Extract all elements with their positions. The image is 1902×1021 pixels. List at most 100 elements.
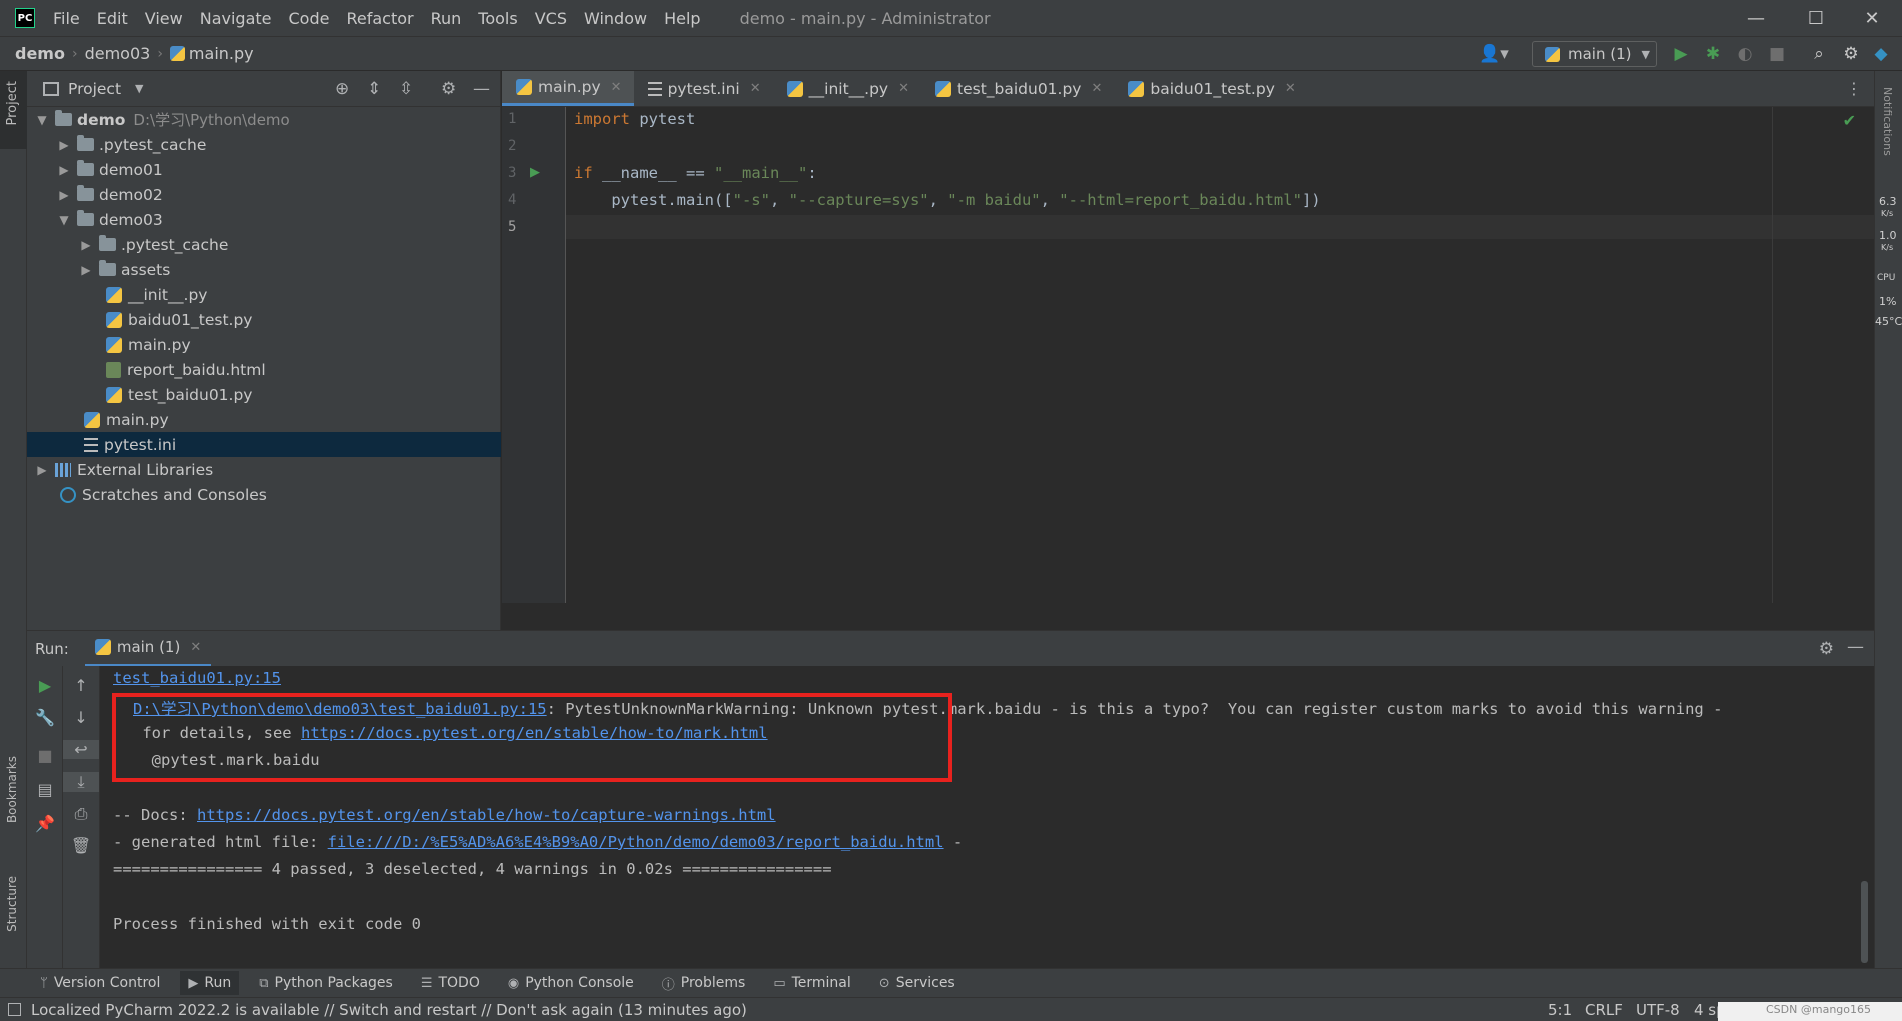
- tool-python-packages[interactable]: ⧉ Python Packages: [259, 975, 393, 991]
- run-config-select[interactable]: main (1) ▼: [1532, 41, 1657, 67]
- run-console[interactable]: test_baidu01.py:15 D:\学习\Python\demo\dem…: [100, 666, 1874, 968]
- rerun-icon[interactable]: ▶: [27, 676, 63, 695]
- console-link-test-location[interactable]: test_baidu01.py:15: [113, 669, 281, 687]
- stop-icon[interactable]: ■: [1766, 43, 1788, 65]
- breadcrumb-main-py[interactable]: main.py: [189, 44, 254, 63]
- minimize-button[interactable]: —: [1726, 0, 1786, 36]
- debug-icon[interactable]: ✱: [1702, 43, 1724, 65]
- close-icon[interactable]: ✕: [1091, 81, 1102, 96]
- pin-icon[interactable]: 📌: [27, 814, 63, 833]
- tree-item-demo03[interactable]: ▼ demo03: [27, 207, 501, 232]
- tree-item-main-py-demo03[interactable]: main.py: [27, 332, 501, 357]
- close-icon[interactable]: ✕: [1285, 81, 1296, 96]
- tree-item-pytest-ini[interactable]: pytest.ini: [27, 432, 501, 457]
- code-editor[interactable]: 1 2 3 4 5 ▶ import pytest if __name__ ==…: [502, 107, 1874, 603]
- toolbox-icon[interactable]: ◆: [1870, 43, 1892, 65]
- menu-code[interactable]: Code: [289, 9, 330, 28]
- tree-item-test-baidu01-py[interactable]: test_baidu01.py: [27, 382, 501, 407]
- arrow-down-icon[interactable]: ↓: [63, 708, 99, 727]
- run-gutter-icon[interactable]: ▶: [530, 165, 540, 180]
- close-window-button[interactable]: ✕: [1842, 0, 1902, 36]
- caret-position[interactable]: 5:1: [1548, 1001, 1572, 1019]
- chevron-right-icon[interactable]: ▶: [79, 263, 93, 277]
- tree-item-demo[interactable]: ▼ demo D:\学习\Python\demo: [27, 107, 501, 132]
- close-icon[interactable]: ✕: [611, 80, 622, 95]
- menu-window[interactable]: Window: [584, 9, 647, 28]
- tool-version-control[interactable]: ᛘ Version Control: [40, 975, 160, 991]
- menu-help[interactable]: Help: [664, 9, 700, 28]
- tool-terminal[interactable]: ▭ Terminal: [773, 975, 850, 991]
- console-scrollbar[interactable]: [1861, 881, 1868, 963]
- menu-view[interactable]: View: [145, 9, 183, 28]
- tab-baidu01-test-py[interactable]: baidu01_test.py ✕: [1114, 71, 1307, 106]
- layout-icon[interactable]: ▤: [27, 780, 63, 799]
- tool-todo[interactable]: ☰ TODO: [421, 975, 480, 991]
- project-panel-title[interactable]: Project: [68, 80, 121, 98]
- gear-icon[interactable]: ⚙: [1840, 43, 1862, 65]
- console-link-report-file[interactable]: file:///D:/%E5%AD%A6%E4%B9%A0/Python/dem…: [328, 833, 944, 851]
- tree-item-init-py[interactable]: __init__.py: [27, 282, 501, 307]
- close-icon[interactable]: ✕: [898, 81, 909, 96]
- notifications-tool-label[interactable]: Notifications: [1881, 87, 1894, 156]
- soft-wrap-icon[interactable]: ↩: [63, 740, 99, 759]
- wrench-icon[interactable]: 🔧: [27, 708, 63, 727]
- more-tabs-icon[interactable]: ⋮: [1846, 79, 1862, 98]
- chevron-right-icon[interactable]: ▶: [57, 138, 71, 152]
- locate-file-icon[interactable]: ⊕: [335, 79, 349, 99]
- chevron-right-icon[interactable]: ▶: [35, 463, 49, 477]
- scroll-to-end-icon[interactable]: ⤓: [63, 772, 99, 792]
- hide-panel-icon[interactable]: —: [473, 79, 490, 99]
- tab-test-baidu01-py[interactable]: test_baidu01.py ✕: [921, 71, 1114, 106]
- user-icon[interactable]: 👤▾: [1476, 43, 1512, 65]
- search-icon[interactable]: ⌕: [1808, 43, 1830, 65]
- gear-icon[interactable]: ⚙: [1819, 639, 1834, 659]
- menu-file[interactable]: File: [53, 9, 80, 28]
- file-encoding[interactable]: UTF-8: [1636, 1001, 1680, 1019]
- tree-item-demo02[interactable]: ▶ demo02: [27, 182, 501, 207]
- chevron-right-icon[interactable]: ▶: [79, 238, 93, 252]
- hide-panel-icon[interactable]: —: [1847, 637, 1864, 657]
- breadcrumb-demo[interactable]: demo: [15, 44, 65, 63]
- tree-item-report-baidu-html[interactable]: report_baidu.html: [27, 357, 501, 382]
- chevron-right-icon[interactable]: ▶: [57, 163, 71, 177]
- chevron-right-icon[interactable]: ▶: [57, 188, 71, 202]
- tool-problems[interactable]: ⓘ Problems: [662, 974, 746, 993]
- tree-item-external-libraries[interactable]: ▶ External Libraries: [27, 457, 501, 482]
- trash-icon[interactable]: 🗑: [63, 836, 99, 855]
- chevron-down-icon[interactable]: ▼: [135, 82, 143, 95]
- expand-all-icon[interactable]: ⇕: [367, 79, 381, 99]
- chevron-down-icon[interactable]: ▼: [57, 213, 71, 227]
- menu-navigate[interactable]: Navigate: [200, 9, 272, 28]
- run-icon[interactable]: ▶: [1670, 43, 1692, 65]
- inspection-ok-icon[interactable]: ✔: [1843, 111, 1856, 130]
- structure-tool-label[interactable]: Structure: [5, 876, 19, 932]
- coverage-icon[interactable]: ◐: [1734, 43, 1756, 65]
- tree-item-baidu01-test-py[interactable]: baidu01_test.py: [27, 307, 501, 332]
- menu-tools[interactable]: Tools: [478, 9, 517, 28]
- tree-item-demo01[interactable]: ▶ demo01: [27, 157, 501, 182]
- menu-vcs[interactable]: VCS: [535, 9, 567, 28]
- tree-item-assets[interactable]: ▶ assets: [27, 257, 501, 282]
- tool-run[interactable]: ▶ Run: [180, 971, 240, 995]
- breadcrumb-demo03[interactable]: demo03: [85, 44, 151, 63]
- tree-item-pytest-cache-sub[interactable]: ▶ .pytest_cache: [27, 232, 501, 257]
- run-tab-main[interactable]: main (1) ✕: [84, 631, 212, 667]
- tool-services[interactable]: ⊙ Services: [879, 975, 955, 991]
- tree-item-main-py[interactable]: main.py: [27, 407, 501, 432]
- gear-icon[interactable]: ⚙: [441, 79, 456, 99]
- stop-icon[interactable]: ■: [27, 746, 63, 765]
- close-icon[interactable]: ✕: [190, 640, 201, 655]
- print-icon[interactable]: ⎙: [63, 804, 99, 824]
- arrow-up-icon[interactable]: ↑: [63, 676, 99, 695]
- bookmarks-tool-label[interactable]: Bookmarks: [5, 756, 19, 823]
- line-separator[interactable]: CRLF: [1585, 1001, 1623, 1019]
- console-link-capture-warnings[interactable]: https://docs.pytest.org/en/stable/how-to…: [197, 806, 776, 824]
- maximize-button[interactable]: ☐: [1786, 0, 1846, 36]
- collapse-all-icon[interactable]: ⇳: [399, 79, 413, 99]
- tab-main-py[interactable]: main.py ✕: [502, 71, 634, 106]
- tree-item-scratches[interactable]: Scratches and Consoles: [27, 482, 501, 507]
- status-toggle-icon[interactable]: [8, 1003, 21, 1016]
- close-icon[interactable]: ✕: [750, 81, 761, 96]
- status-message[interactable]: Localized PyCharm 2022.2 is available //…: [31, 1001, 747, 1019]
- tab-pytest-ini[interactable]: pytest.ini ✕: [634, 71, 773, 106]
